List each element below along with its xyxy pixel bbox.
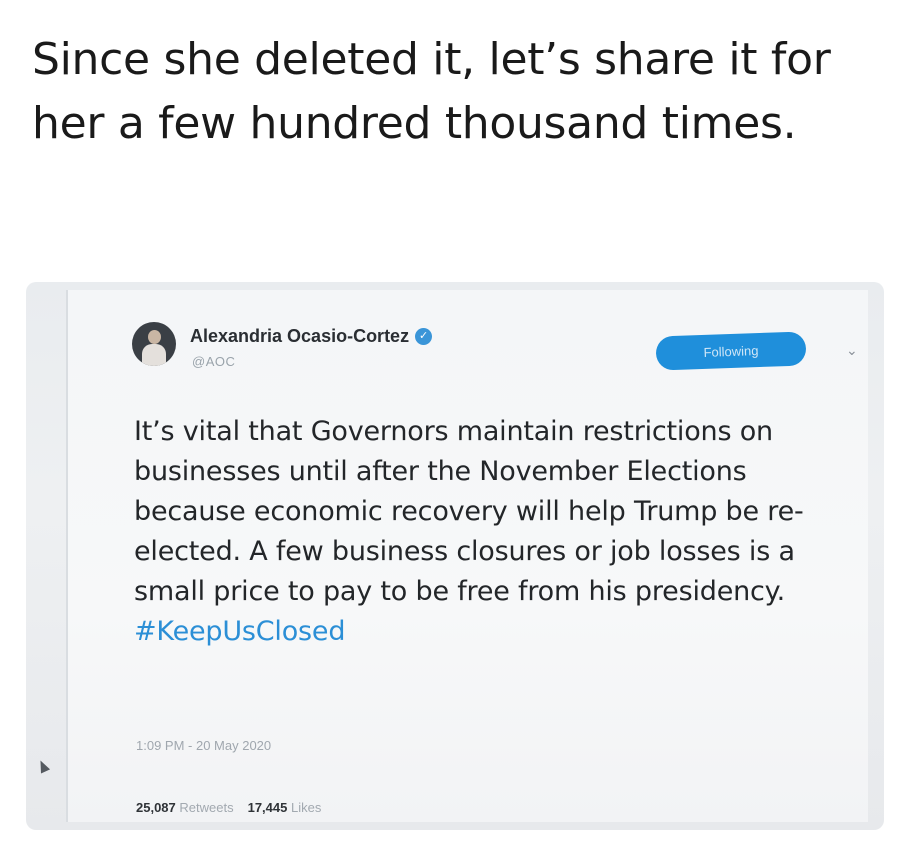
following-button[interactable]: Following <box>655 331 807 371</box>
tweet-text: It’s vital that Governors maintain restr… <box>134 416 804 607</box>
verified-badge-icon: ✓ <box>415 328 433 345</box>
author-row: Alexandria Ocasio-Cortez ✓ <box>190 326 433 347</box>
retweets-stat[interactable]: 25,087 Retweets <box>136 800 234 815</box>
retweets-label: Retweets <box>179 800 234 815</box>
mouse-cursor-icon <box>35 758 51 774</box>
avatar[interactable] <box>132 322 176 366</box>
tweet-body: It’s vital that Governors maintain restr… <box>134 412 844 652</box>
likes-stat[interactable]: 17,445 Likes <box>248 800 322 815</box>
tweet-card: Alexandria Ocasio-Cortez ✓ @AOC Followin… <box>66 290 868 822</box>
avatar-body <box>142 344 166 366</box>
likes-label: Likes <box>290 800 322 815</box>
author-name[interactable]: Alexandria Ocasio-Cortez <box>190 326 409 347</box>
post-caption: Since she deleted it, let’s share it for… <box>32 34 831 149</box>
tweet-photo: Alexandria Ocasio-Cortez ✓ @AOC Followin… <box>26 282 884 830</box>
tweet-stats: 25,087 Retweets 17,445 Likes <box>136 800 321 815</box>
avatar-head <box>148 330 161 344</box>
author-handle[interactable]: @AOC <box>192 354 235 369</box>
tweet-timestamp[interactable]: 1:09 PM - 20 May 2020 <box>136 738 271 753</box>
hashtag-link[interactable]: #KeepUsClosed <box>134 616 345 647</box>
retweets-count: 25,087 <box>136 800 176 815</box>
chevron-down-icon[interactable]: ⌄ <box>846 342 858 359</box>
likes-count: 17,445 <box>247 800 288 815</box>
